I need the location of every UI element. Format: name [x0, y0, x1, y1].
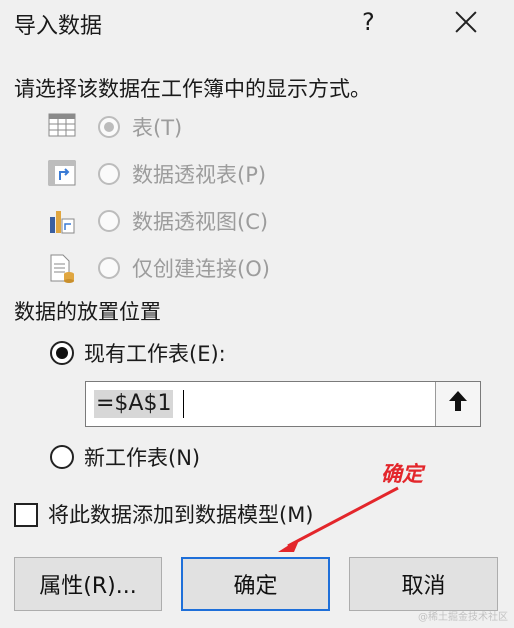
pivot-chart-icon — [48, 207, 78, 235]
ok-button-label: 确定 — [233, 574, 278, 599]
option-pivot-chart: 数据透视图(C) — [48, 204, 268, 238]
watermark: @稀土掘金技术社区 — [418, 612, 508, 623]
help-button[interactable]: ? — [362, 8, 375, 36]
option-connection-only: 仅创建连接(O) — [48, 251, 270, 285]
radio-existing-sheet[interactable] — [50, 341, 74, 365]
instruction-text: 请选择该数据在工作簿中的显示方式。 — [14, 77, 371, 101]
ok-button[interactable]: 确定 — [181, 557, 330, 611]
annotation-arrow-icon — [278, 486, 399, 552]
option-table: 表(T) — [48, 110, 182, 144]
range-value: =$A$1 — [94, 390, 174, 418]
option-pivot-table: 数据透视表(P) — [48, 157, 266, 191]
range-input[interactable]: =$A$1 — [85, 381, 481, 427]
connection-only-icon — [48, 254, 78, 283]
option-pivot-chart-label: 数据透视图(C) — [132, 210, 269, 234]
existing-sheet-label: 现有工作表(E): — [84, 342, 226, 366]
placement-heading: 数据的放置位置 — [14, 300, 161, 324]
option-table-label: 表(T) — [132, 116, 183, 140]
properties-button-label: 属性(R)... — [39, 574, 137, 599]
radio-pivot-chart[interactable] — [98, 210, 120, 232]
text-caret — [183, 390, 184, 418]
close-icon[interactable] — [449, 6, 483, 40]
range-collapse-button[interactable] — [435, 382, 480, 426]
new-sheet-label: 新工作表(N) — [84, 446, 201, 470]
radio-new-sheet[interactable] — [50, 445, 74, 469]
option-existing-sheet: 现有工作表(E): — [50, 336, 226, 370]
cancel-button-label: 取消 — [401, 574, 446, 599]
radio-connection-only[interactable] — [98, 257, 120, 279]
arrow-up-icon — [447, 389, 469, 420]
option-connection-only-label: 仅创建连接(O) — [132, 257, 270, 281]
radio-table[interactable] — [98, 116, 120, 138]
option-pivot-table-label: 数据透视表(P) — [132, 163, 267, 187]
pivot-table-icon — [48, 160, 78, 188]
radio-pivot-table[interactable] — [98, 163, 120, 185]
data-model-checkbox[interactable] — [14, 503, 38, 527]
dialog-title: 导入数据 — [14, 14, 103, 39]
properties-button[interactable]: 属性(R)... — [14, 557, 162, 611]
cancel-button[interactable]: 取消 — [349, 557, 498, 611]
table-icon — [48, 113, 78, 141]
option-new-sheet: 新工作表(N) — [50, 440, 200, 474]
